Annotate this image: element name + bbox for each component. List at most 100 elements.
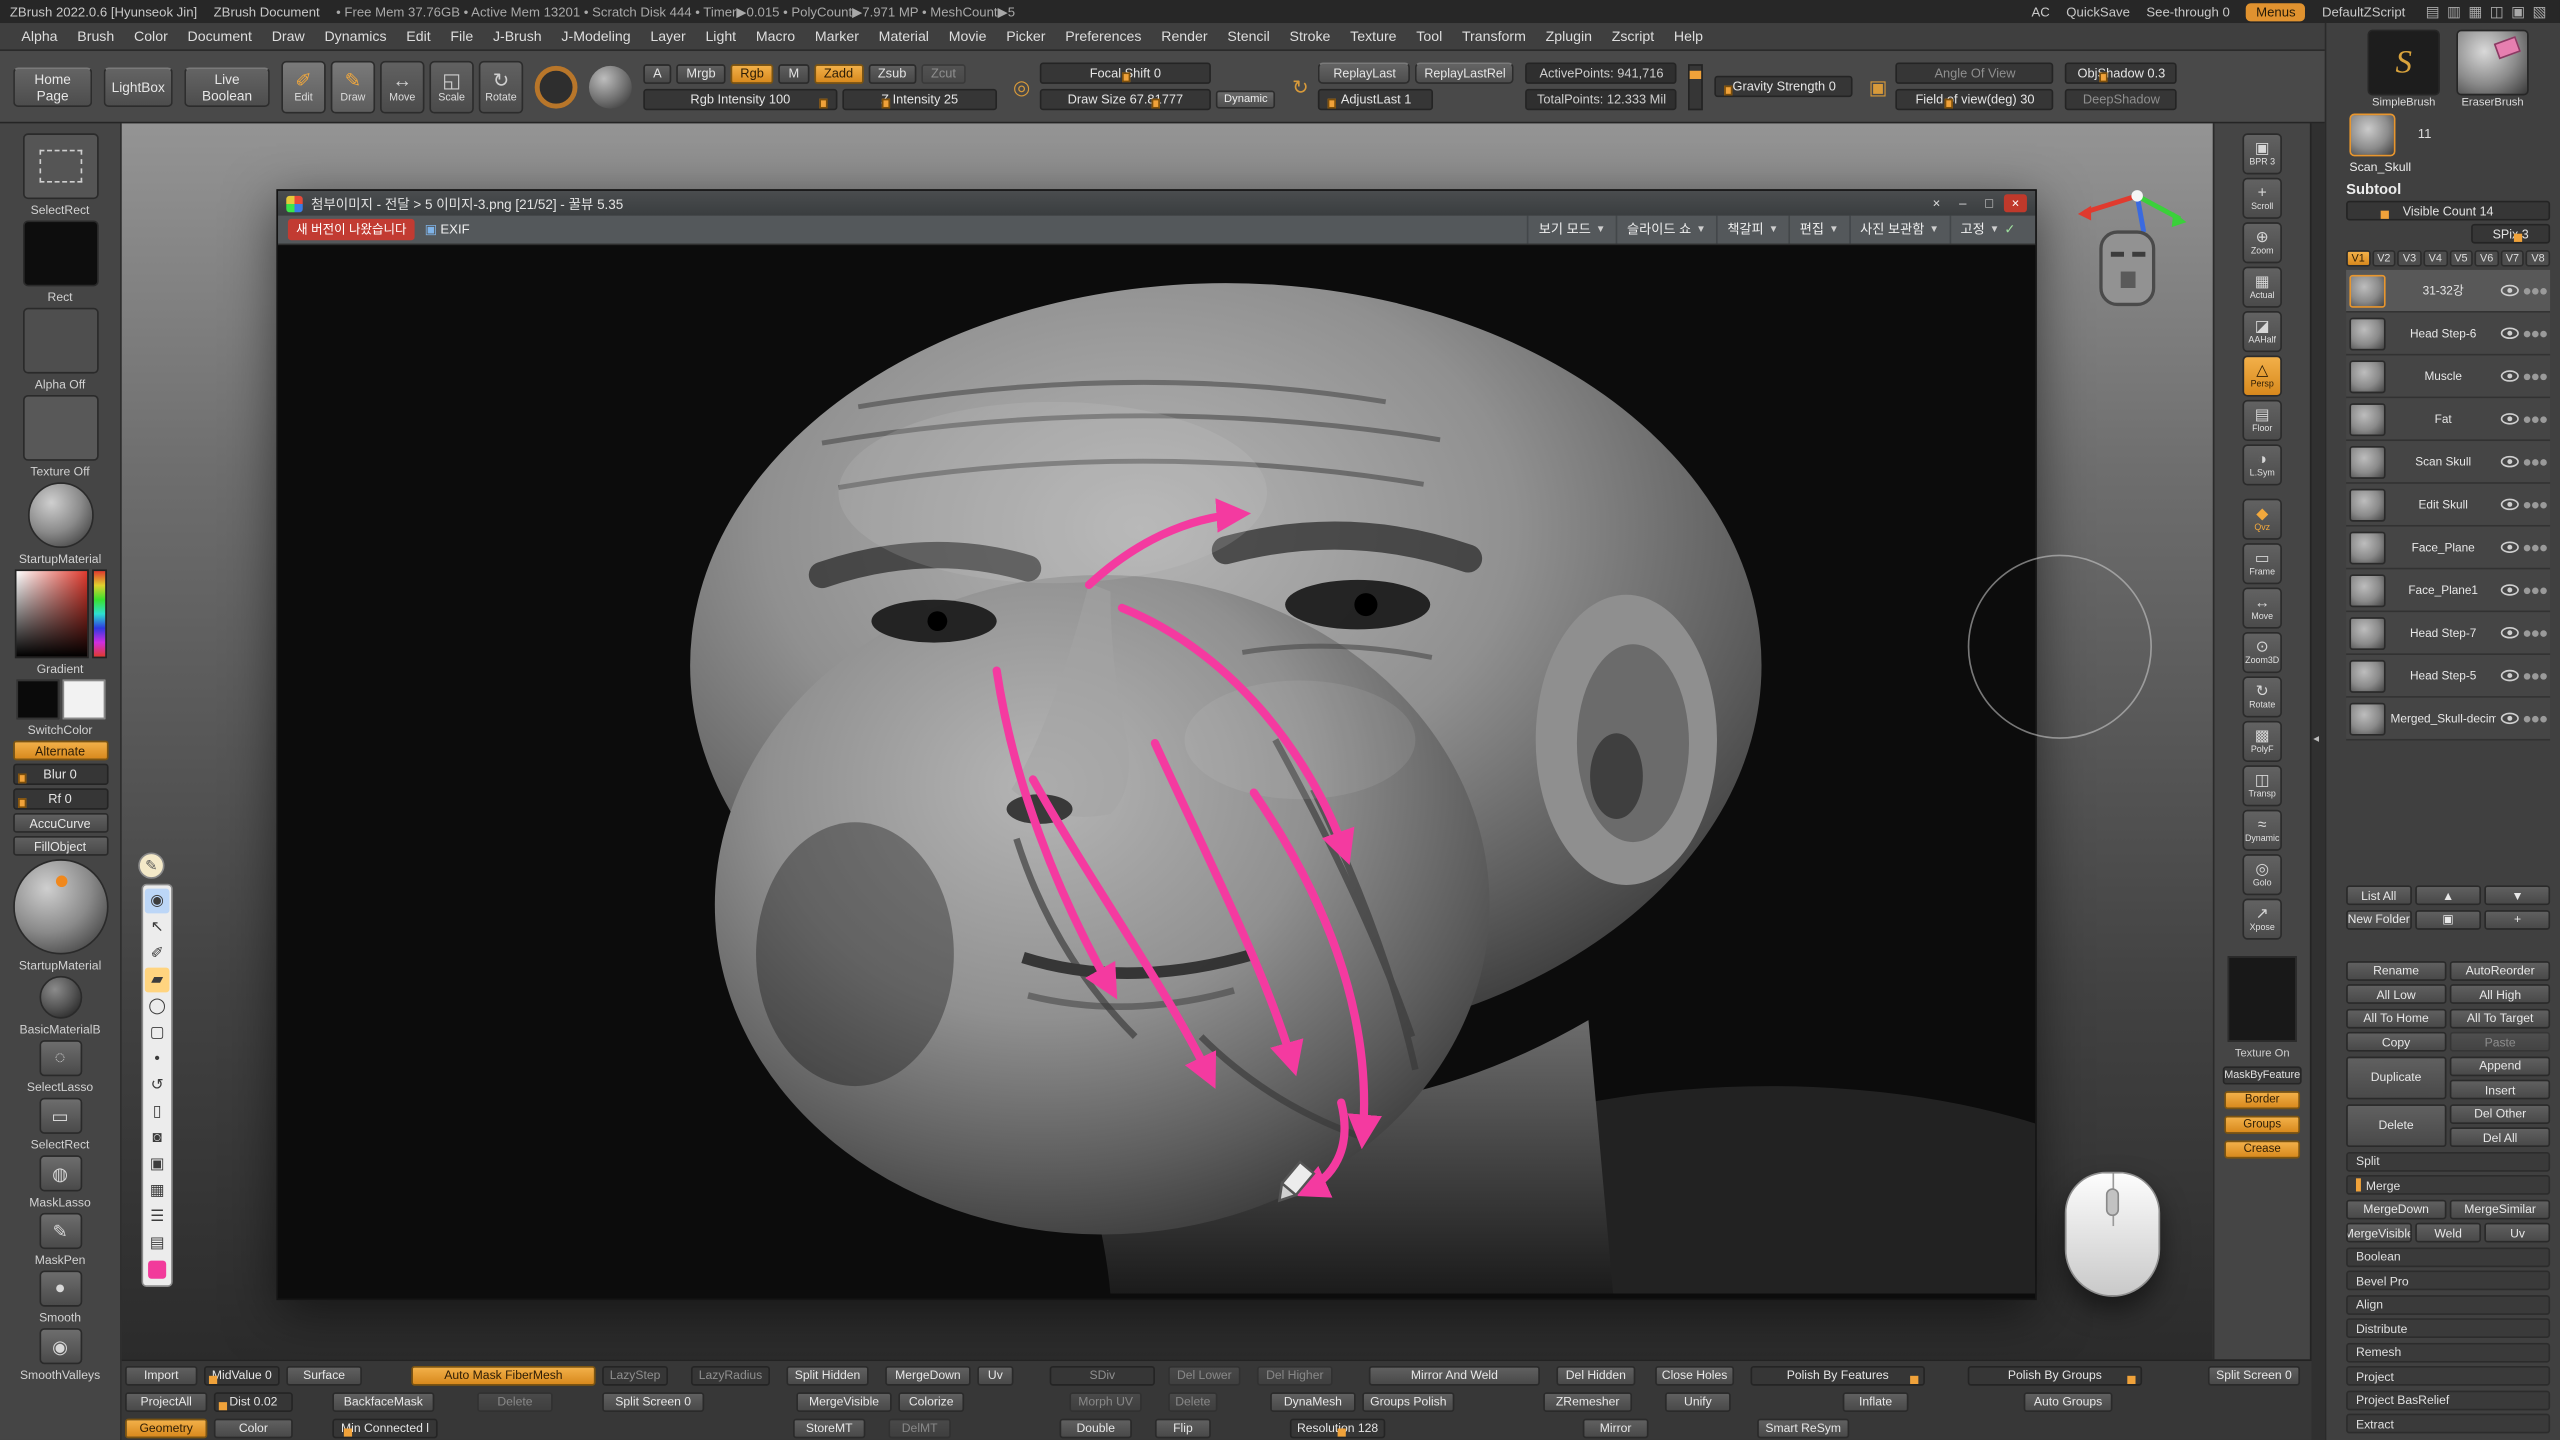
header-icon-2[interactable]: ▥ xyxy=(2443,2,2464,20)
colorize-button[interactable]: Colorize xyxy=(898,1391,964,1411)
toggle-dot-icon[interactable] xyxy=(2524,416,2531,423)
maskpen-brush-icon[interactable]: ✎ xyxy=(39,1213,82,1249)
weld-button[interactable]: Weld xyxy=(2415,1223,2480,1243)
all-to-target-button[interactable]: All To Target xyxy=(2450,1008,2550,1028)
all-high-button[interactable]: All High xyxy=(2450,984,2550,1004)
move-rail-button[interactable]: ↔Move xyxy=(2242,588,2281,629)
m-toggle[interactable]: M xyxy=(779,63,809,83)
adjust-last-slider[interactable]: AdjustLast 1 xyxy=(1319,89,1434,110)
menus-button[interactable]: Menus xyxy=(2246,2,2305,20)
lazystep-slider[interactable]: LazyStep xyxy=(602,1365,668,1385)
rf-0-slider[interactable]: Rf 0 xyxy=(12,788,107,809)
menu-dynamics[interactable]: Dynamics xyxy=(316,26,395,46)
del-all-button[interactable]: Del All xyxy=(2450,1127,2550,1147)
select-arrow-icon[interactable]: ↖ xyxy=(145,915,170,940)
list-all-icon-button-1[interactable]: ▲ xyxy=(2415,885,2480,905)
scroll-rail-button[interactable]: +Scroll xyxy=(2242,178,2281,219)
persp-rail-button[interactable]: △Persp xyxy=(2242,355,2281,396)
eye-icon[interactable] xyxy=(2501,327,2519,339)
edit-mode-button[interactable]: ✐Edit xyxy=(281,60,325,113)
toggle-dot-icon[interactable] xyxy=(2532,544,2539,551)
main-color-swatch[interactable] xyxy=(16,680,59,719)
menu-draw[interactable]: Draw xyxy=(263,26,312,46)
golo-rail-button[interactable]: ◎Golo xyxy=(2242,854,2281,895)
eye-icon[interactable] xyxy=(2501,627,2519,639)
all-low-button[interactable]: All Low xyxy=(2346,984,2446,1004)
viewer-menu-사진-보관함[interactable]: 사진 보관함▼ xyxy=(1849,216,1949,244)
menu-color[interactable]: Color xyxy=(126,26,176,46)
subtool-row-31-32강[interactable]: 31-32강 xyxy=(2346,270,2550,313)
zcut-toggle[interactable]: Zcut xyxy=(921,63,966,83)
double-button[interactable]: Double xyxy=(1060,1418,1132,1438)
subtool-row-face-plane[interactable]: Face_Plane xyxy=(2346,527,2550,570)
gravity-direction-slider[interactable] xyxy=(1689,63,1704,109)
comment-icon[interactable]: ◙ xyxy=(145,1126,170,1151)
rect-thumbnail[interactable] xyxy=(22,221,98,287)
toggle-dot-icon[interactable] xyxy=(2540,672,2547,679)
eraser-brush[interactable]: EraserBrush xyxy=(2456,30,2528,109)
viewer-menu-편집[interactable]: 편집▼ xyxy=(1788,216,1848,244)
field-of-view-slider[interactable]: Field of view(deg) 30 xyxy=(1896,89,2054,110)
startupmaterial-sphere[interactable] xyxy=(12,859,107,954)
texture-preview[interactable] xyxy=(2228,956,2297,1042)
exif-button[interactable]: ▣EXIF xyxy=(425,222,470,237)
eye-icon[interactable] xyxy=(2501,670,2519,682)
scale-mode-button[interactable]: ◱Scale xyxy=(429,60,473,113)
toggle-dot-icon[interactable] xyxy=(2540,287,2547,294)
mergesimilar-button[interactable]: MergeSimilar xyxy=(2450,1199,2550,1219)
color-button[interactable]: Color xyxy=(214,1418,293,1438)
eye-icon[interactable] xyxy=(2501,370,2519,382)
viewer-menu-슬라이드-쇼[interactable]: 슬라이드 쇼▼ xyxy=(1615,216,1715,244)
dot-icon[interactable]: • xyxy=(145,1047,170,1072)
delete-button[interactable]: Delete xyxy=(477,1391,553,1411)
menu-alpha[interactable]: Alpha xyxy=(13,26,66,46)
eye-icon[interactable] xyxy=(2501,541,2519,553)
toggle-dot-icon[interactable] xyxy=(2524,672,2531,679)
toggle-dot-icon[interactable] xyxy=(2532,672,2539,679)
see-through-slider[interactable]: See-through 0 xyxy=(2146,4,2229,19)
autoreorder-button[interactable]: AutoReorder xyxy=(2450,960,2550,980)
list-icon[interactable]: ☰ xyxy=(145,1205,170,1230)
toggle-dot-icon[interactable] xyxy=(2524,587,2531,594)
texture-off-thumbnail[interactable] xyxy=(22,395,98,461)
transp-rail-button[interactable]: ◫Transp xyxy=(2242,765,2281,806)
distribute-section[interactable]: Distribute xyxy=(2346,1318,2550,1338)
subtool-row-fat[interactable]: Fat xyxy=(2346,398,2550,441)
min-connected-l-slider[interactable]: Min Connected l xyxy=(332,1418,437,1438)
dynamic-chip[interactable]: Dynamic xyxy=(1216,91,1276,109)
lazyradius-slider[interactable]: LazyRadius xyxy=(691,1365,770,1385)
mirror-button[interactable]: Mirror xyxy=(1583,1418,1649,1438)
del-higher-button[interactable]: Del Higher xyxy=(1257,1365,1333,1385)
toggle-dot-icon[interactable] xyxy=(2532,501,2539,508)
toggle-dot-icon[interactable] xyxy=(2524,458,2531,465)
groups-polish-button[interactable]: Groups Polish xyxy=(1362,1391,1454,1411)
import-button[interactable]: Import xyxy=(125,1365,197,1385)
tab-v7[interactable]: V7 xyxy=(2500,250,2524,266)
fullscreen-icon[interactable]: × xyxy=(1925,194,1948,212)
midvalue-0-slider[interactable]: MidValue 0 xyxy=(204,1365,280,1385)
pen-off-icon[interactable]: ✐ xyxy=(145,941,170,966)
spix-slider[interactable]: SPix 3 xyxy=(2471,224,2550,244)
tab-v2[interactable]: V2 xyxy=(2372,250,2396,266)
new-folder-icon-button-2[interactable]: + xyxy=(2485,909,2550,929)
menu-light[interactable]: Light xyxy=(697,26,744,46)
toggle-dot-icon[interactable] xyxy=(2524,330,2531,337)
move-mode-button[interactable]: ↔Move xyxy=(380,60,424,113)
focal-shift-slider[interactable]: Focal Shift 0 xyxy=(1040,63,1211,84)
resolution-128-slider[interactable]: Resolution 128 xyxy=(1290,1418,1385,1438)
auto-groups-button[interactable]: Auto Groups xyxy=(2024,1391,2113,1411)
gravity-strength-slider[interactable]: Gravity Strength 0 xyxy=(1715,76,1853,97)
z-intensity-slider[interactable]: Z Intensity 25 xyxy=(842,88,997,109)
rgb-toggle[interactable]: Rgb xyxy=(730,63,773,83)
paste-button[interactable]: Paste xyxy=(2450,1032,2550,1052)
panel-divider[interactable] xyxy=(2310,123,2325,1440)
header-icon-1[interactable]: ▤ xyxy=(2422,2,2443,20)
eye-icon[interactable] xyxy=(2501,413,2519,425)
new-version-badge[interactable]: 새 버전이 나왔습니다 xyxy=(288,219,415,240)
toggle-dot-icon[interactable] xyxy=(2540,544,2547,551)
split-screen-0-button[interactable]: Split Screen 0 xyxy=(602,1391,704,1411)
groups-button[interactable]: Groups xyxy=(2224,1116,2300,1134)
menu-material[interactable]: Material xyxy=(870,26,937,46)
mrgb-toggle[interactable]: Mrgb xyxy=(677,63,726,83)
rgb-intensity-slider[interactable]: Rgb Intensity 100 xyxy=(643,88,837,109)
